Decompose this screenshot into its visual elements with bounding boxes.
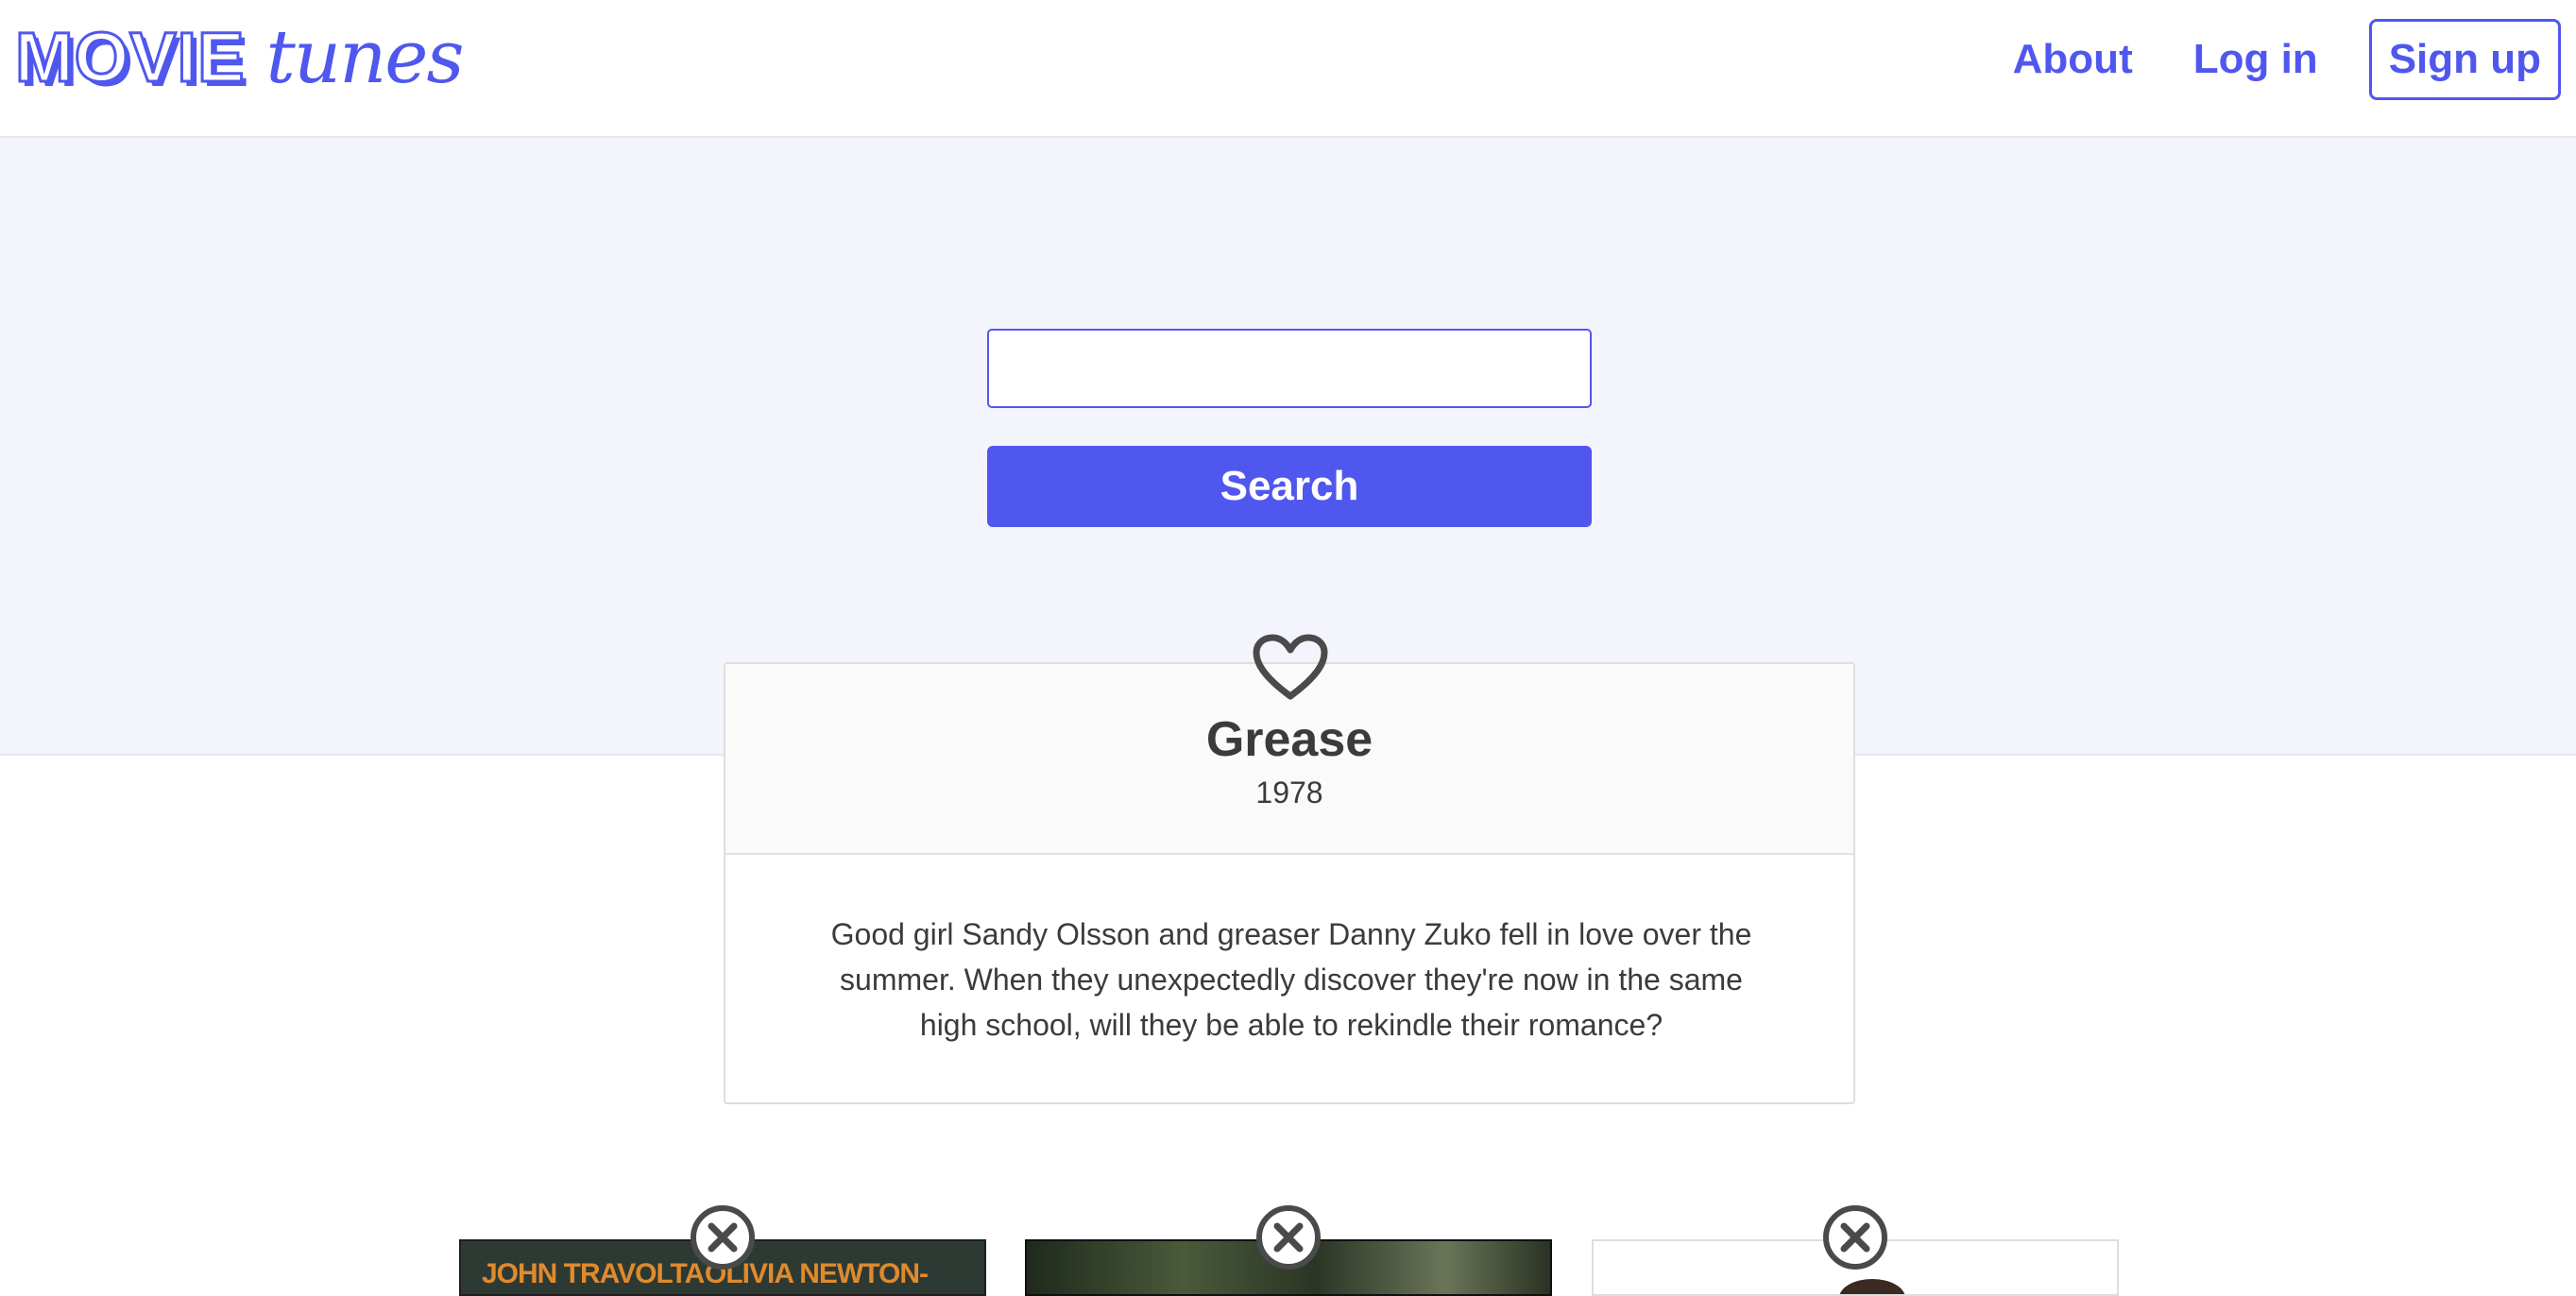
nav-about-link[interactable]: About bbox=[2013, 39, 2133, 80]
heart-icon[interactable] bbox=[1253, 634, 1328, 702]
site-header: MOVIE tunes About Log in Sign up bbox=[0, 0, 2576, 138]
nav-login-link[interactable]: Log in bbox=[2193, 39, 2318, 80]
poster-image bbox=[1839, 1279, 1905, 1294]
movie-card: Grease 1978 Good girl Sandy Olsson and g… bbox=[724, 662, 1855, 1104]
main-nav: About Log in Sign up bbox=[1953, 19, 2561, 100]
movie-title: Grease bbox=[1205, 712, 1373, 767]
search-input[interactable] bbox=[987, 329, 1592, 408]
site-logo[interactable]: MOVIE tunes bbox=[13, 15, 464, 100]
logo-tunes-text: tunes bbox=[265, 15, 464, 100]
close-circle-icon[interactable] bbox=[1255, 1204, 1322, 1270]
close-circle-icon[interactable] bbox=[690, 1204, 756, 1270]
movie-description: Good girl Sandy Olsson and greaser Danny… bbox=[830, 917, 1752, 1042]
logo-movie-text: MOVIE bbox=[13, 18, 246, 96]
poster-text-left: JOHN TRAVOLTA bbox=[482, 1258, 705, 1289]
movie-year: 1978 bbox=[1255, 776, 1323, 810]
nav-signup-button[interactable]: Sign up bbox=[2368, 19, 2561, 100]
search-button[interactable]: Search bbox=[987, 446, 1592, 527]
close-circle-icon[interactable] bbox=[1822, 1204, 1888, 1270]
